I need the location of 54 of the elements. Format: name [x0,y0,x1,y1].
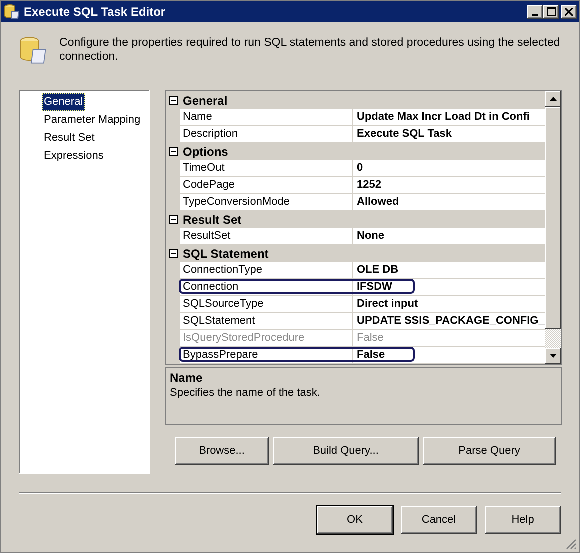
action-button[interactable]: Parse Query [423,437,556,465]
resize-grip-icon[interactable] [565,538,577,550]
close-button[interactable] [561,4,577,18]
property-name[interactable]: Name [180,109,353,126]
property-value[interactable]: IFSDW [353,279,545,296]
category-label: SQL Statement [183,246,269,260]
dialog-button[interactable]: Cancel [401,506,477,534]
property-name[interactable]: SQLSourceType [180,296,353,313]
page-list-item[interactable]: Expressions [42,147,106,165]
property-name[interactable]: SQLStatement [180,313,353,330]
maximize-icon[interactable] [546,7,556,16]
property-name[interactable]: ResultSet [180,228,353,245]
action-button[interactable]: Build Query... [273,437,419,465]
description-text: Specifies the name of the task. [170,387,322,399]
dialog-button[interactable]: OK [317,506,393,534]
category-label: Options [183,144,228,158]
property-value[interactable]: Update Max Incr Load Dt in Confi [353,109,545,126]
page-list-item[interactable]: Result Set [42,129,97,147]
scrollbar[interactable] [545,91,561,364]
scroll-up-icon[interactable] [550,97,556,101]
property-value[interactable]: 0 [353,160,545,177]
category-label: General [183,94,228,108]
property-value[interactable]: OLE DB [353,262,545,279]
database-script-icon [19,34,48,66]
collapse-icon[interactable] [169,215,178,224]
minimize-button[interactable] [527,4,543,18]
property-value[interactable]: None [353,228,545,245]
action-button[interactable]: Browse... [175,437,269,465]
property-value[interactable]: False [353,347,545,364]
property-name[interactable]: ConnectionType [180,262,353,279]
header-description: Configure the properties required to run SQL statements and stored procedures using the selected connection. [60,36,561,65]
dialog-button[interactable]: Help [485,506,561,534]
property-name[interactable]: TimeOut [180,160,353,177]
page-list-item[interactable]: General [42,93,86,111]
collapse-icon[interactable] [169,249,178,258]
window-title: Execute SQL Task Editor [24,4,167,18]
property-value[interactable]: UPDATE SSIS_PACKAGE_CONFIG_ [353,313,545,330]
collapse-icon[interactable] [169,96,178,105]
page-list-item[interactable]: Parameter Mapping [42,111,143,129]
property-value[interactable]: Direct input [353,296,545,313]
property-value[interactable]: 1252 [353,177,545,194]
collapse-icon[interactable] [169,147,178,156]
property-name[interactable]: CodePage [180,177,353,194]
maximize-button[interactable] [543,4,559,18]
property-name[interactable]: TypeConversionMode [180,194,353,211]
property-name[interactable]: Description [180,126,353,143]
database-icon [4,4,20,20]
property-value[interactable]: Allowed [353,194,545,211]
scroll-thumb[interactable] [545,107,561,329]
category-label: Result Set [183,212,242,226]
property-value[interactable]: Execute SQL Task [353,126,545,143]
description-title: Name [170,371,204,385]
close-icon[interactable] [565,8,573,16]
scroll-down-icon[interactable] [550,354,556,358]
